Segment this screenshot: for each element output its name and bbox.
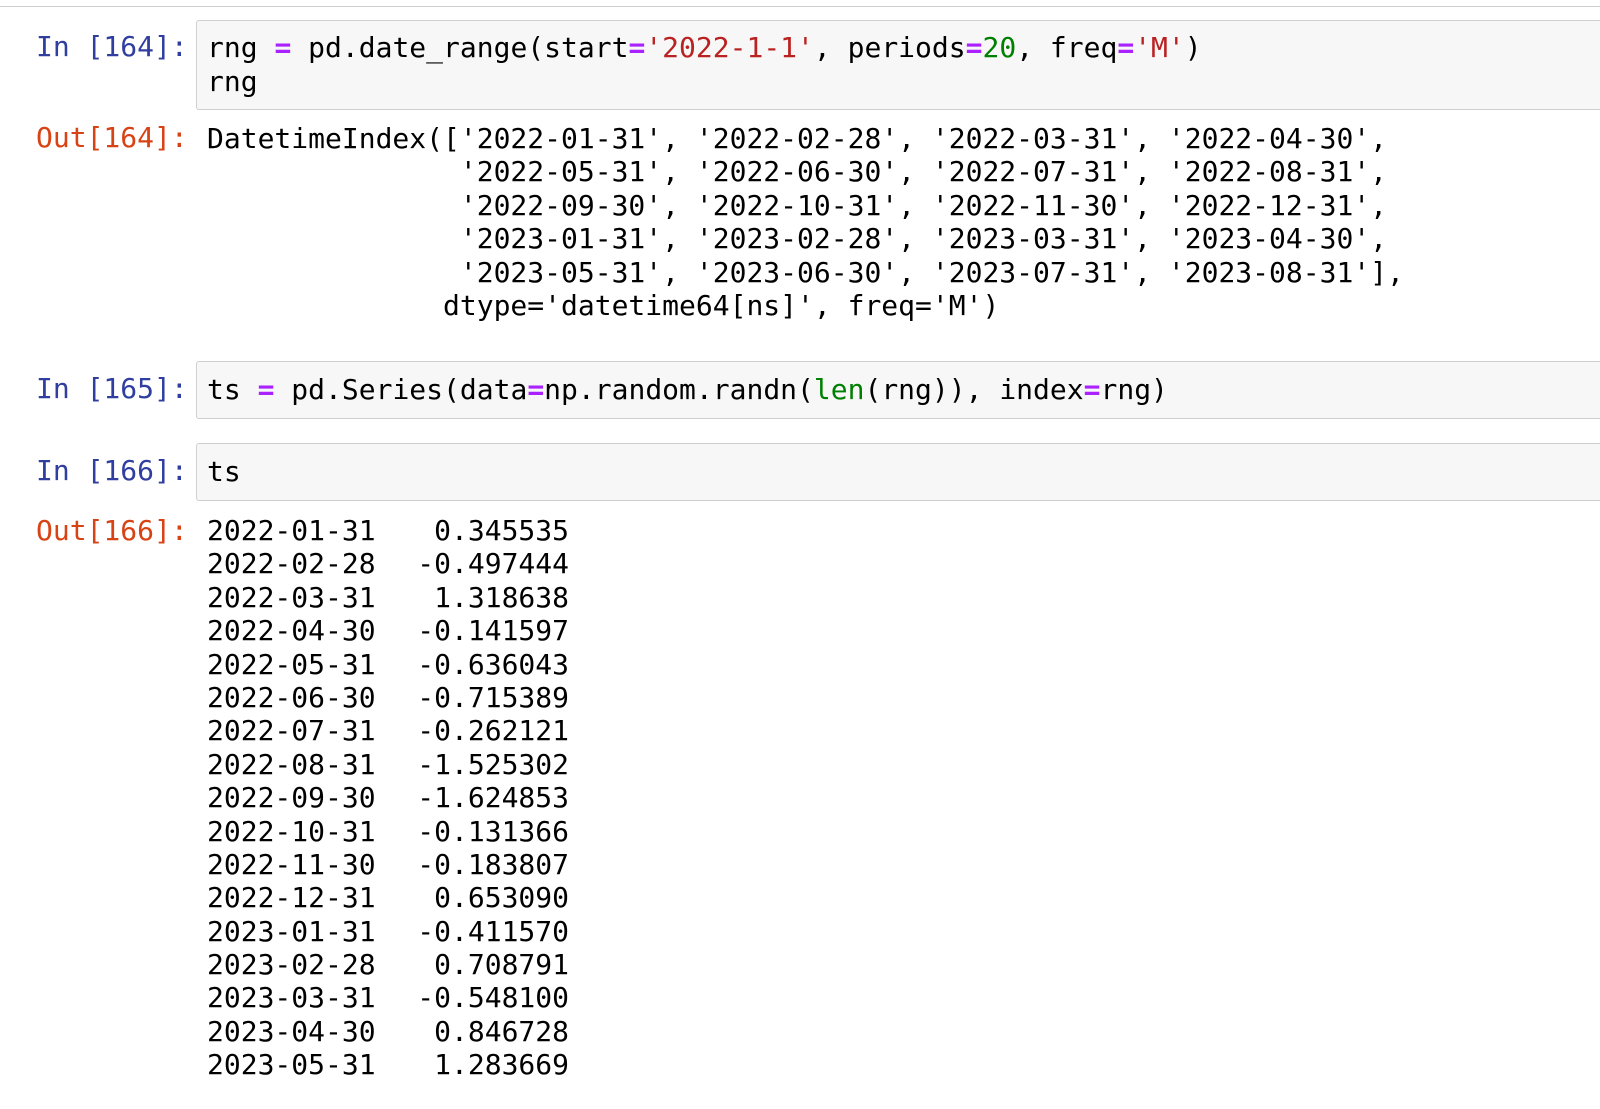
series-date: 2023-04-30 — [207, 1014, 376, 1048]
series-value: -0.636043 — [417, 647, 569, 681]
input-prompt-164: In [164]: — [36, 30, 188, 63]
series-date: 2022-02-28 — [207, 547, 376, 581]
series-row: 2023-01-31 -0.411570 — [207, 915, 569, 948]
series-date: 2023-05-31 — [207, 1048, 376, 1082]
series-output-166: 2022-01-31 0.345535 2022-02-28 -0.497444 202… — [207, 514, 569, 1082]
series-row: 2022-01-31 0.345535 — [207, 514, 569, 547]
code-input-164[interactable]: rng = pd.date_range(start='2022-1-1', pe… — [196, 20, 1600, 110]
series-date: 2022-06-30 — [207, 680, 376, 714]
series-row: 2023-02-28 0.708791 — [207, 948, 569, 981]
series-value: -0.497444 — [417, 547, 569, 581]
series-date: 2023-01-31 — [207, 914, 376, 948]
code-line: rng — [207, 65, 258, 98]
series-value: -0.548100 — [417, 981, 569, 1015]
series-row: 2023-03-31 -0.548100 — [207, 981, 569, 1014]
series-value: 1.283669 — [434, 1048, 569, 1082]
series-row: 2022-05-31 -0.636043 — [207, 648, 569, 681]
series-row: 2022-07-31 -0.262121 — [207, 714, 569, 747]
code-input-165[interactable]: ts = pd.Series(data=np.random.randn(len(… — [196, 361, 1600, 419]
series-row: 2022-12-31 0.653090 — [207, 881, 569, 914]
series-row: 2022-09-30 -1.624853 — [207, 781, 569, 814]
series-value: 0.653090 — [434, 881, 569, 915]
series-value: 1.318638 — [434, 580, 569, 614]
series-value: -0.262121 — [417, 714, 569, 748]
series-value: -0.411570 — [417, 914, 569, 948]
output-prompt-164: Out[164]: — [36, 121, 188, 154]
series-row: 2022-11-30 -0.183807 — [207, 848, 569, 881]
series-row: 2022-08-31 -1.525302 — [207, 748, 569, 781]
series-date: 2022-01-31 — [207, 514, 376, 547]
series-row: 2022-10-31 -0.131366 — [207, 815, 569, 848]
series-row: 2023-04-30 0.846728 — [207, 1015, 569, 1048]
series-date: 2023-02-28 — [207, 948, 376, 982]
input-prompt-165: In [165]: — [36, 372, 188, 405]
code-line: ts — [207, 455, 241, 488]
notebook-top-border — [0, 0, 1600, 7]
series-date: 2022-03-31 — [207, 580, 376, 614]
series-value: 0.846728 — [434, 1014, 569, 1048]
series-date: 2023-03-31 — [207, 981, 376, 1015]
code-input-166[interactable]: ts — [196, 443, 1600, 501]
series-value: -0.715389 — [417, 680, 569, 714]
output-line: '2023-01-31', '2023-02-28', '2023-03-31'… — [207, 222, 1388, 256]
series-row: 2022-02-28 -0.497444 — [207, 547, 569, 580]
series-date: 2022-12-31 — [207, 881, 376, 915]
series-date: 2022-08-31 — [207, 747, 376, 781]
series-value: -0.131366 — [417, 814, 569, 848]
output-line: DatetimeIndex(['2022-01-31', '2022-02-28… — [207, 122, 1388, 155]
series-date: 2022-09-30 — [207, 781, 376, 815]
series-row: 2022-03-31 1.318638 — [207, 581, 569, 614]
series-value: -0.183807 — [417, 847, 569, 881]
series-date: 2022-07-31 — [207, 714, 376, 748]
series-value: 0.708791 — [434, 948, 569, 982]
series-date: 2022-10-31 — [207, 814, 376, 848]
code-line: rng = pd.date_range(start='2022-1-1', pe… — [207, 31, 1202, 64]
series-row: 2022-04-30 -0.141597 — [207, 614, 569, 647]
output-line: '2023-05-31', '2023-06-30', '2023-07-31'… — [207, 255, 1404, 289]
output-line: dtype='datetime64[ns]', freq='M') — [207, 288, 1000, 322]
series-date: 2022-04-30 — [207, 614, 376, 648]
series-row: 2022-06-30 -0.715389 — [207, 681, 569, 714]
code-line: ts = pd.Series(data=np.random.randn(len(… — [207, 373, 1168, 406]
series-value: 0.345535 — [434, 514, 569, 547]
output-line: '2022-05-31', '2022-06-30', '2022-07-31'… — [207, 155, 1388, 189]
output-line: '2022-09-30', '2022-10-31', '2022-11-30'… — [207, 188, 1388, 222]
input-prompt-166: In [166]: — [36, 454, 188, 487]
series-date: 2022-05-31 — [207, 647, 376, 681]
series-date: 2022-11-30 — [207, 847, 376, 881]
series-value: -1.525302 — [417, 747, 569, 781]
series-row: 2023-05-31 1.283669 — [207, 1048, 569, 1081]
series-value: -0.141597 — [417, 614, 569, 648]
series-value: -1.624853 — [417, 781, 569, 815]
output-prompt-166: Out[166]: — [36, 514, 188, 547]
output-area-164: DatetimeIndex(['2022-01-31', '2022-02-28… — [207, 122, 1404, 322]
